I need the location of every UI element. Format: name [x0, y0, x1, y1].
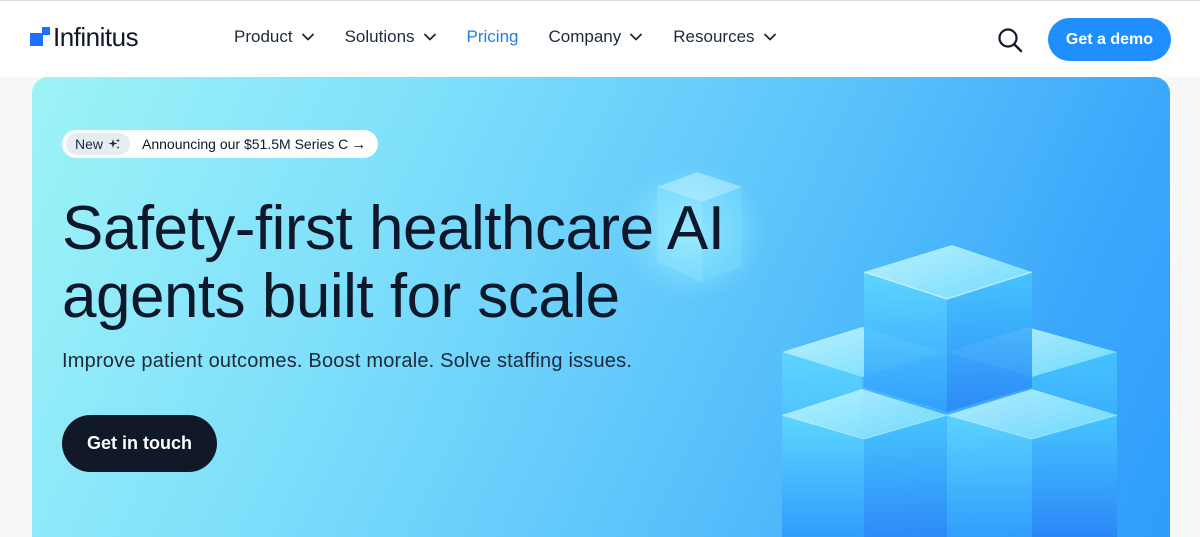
nav-item-label: Product: [234, 27, 293, 46]
nav-item-company[interactable]: Company: [549, 27, 644, 47]
nav-item-product[interactable]: Product: [234, 27, 315, 47]
nav-item-resources[interactable]: Resources: [673, 27, 776, 47]
new-tag-label: New: [75, 136, 104, 152]
chevron-down-icon: [423, 33, 436, 41]
logo-mark-icon: [30, 27, 50, 47]
get-demo-button[interactable]: Get a demo: [1048, 18, 1171, 61]
nav-item-label: Pricing: [466, 27, 519, 46]
arrow-right-icon: →: [351, 135, 367, 153]
site-header: Infinitus Product Solutions Pricing Comp…: [0, 1, 1200, 77]
nav-item-label: Company: [548, 27, 622, 46]
nav-item-solutions[interactable]: Solutions: [345, 27, 437, 47]
main-nav: Product Solutions Pricing Company Resour…: [234, 27, 807, 47]
new-tag: New: [66, 133, 131, 155]
chevron-down-icon: [301, 33, 314, 41]
get-in-touch-button[interactable]: Get in touch: [62, 415, 217, 472]
search-icon[interactable]: [997, 27, 1023, 53]
hero-subtitle: Improve patient outcomes. Boost morale. …: [62, 350, 633, 372]
logo-text: Infinitus: [53, 22, 139, 52]
nav-item-pricing[interactable]: Pricing: [467, 27, 519, 47]
nav-item-label: Resources: [673, 27, 755, 46]
announcement-badge[interactable]: New Announcing our $51.5M Series C →: [62, 130, 379, 158]
hero-title: Safety-first healthcare AI agents built …: [62, 194, 725, 331]
logo[interactable]: Infinitus: [30, 22, 139, 52]
announcement-text: Announcing our $51.5M Series C: [142, 136, 349, 152]
chevron-down-icon: [630, 33, 643, 41]
chevron-down-icon: [763, 33, 776, 41]
sparkle-icon: [108, 138, 121, 149]
nav-item-label: Solutions: [344, 27, 415, 46]
hero-section: New Announcing our $51.5M Series C → Saf…: [32, 77, 1170, 537]
